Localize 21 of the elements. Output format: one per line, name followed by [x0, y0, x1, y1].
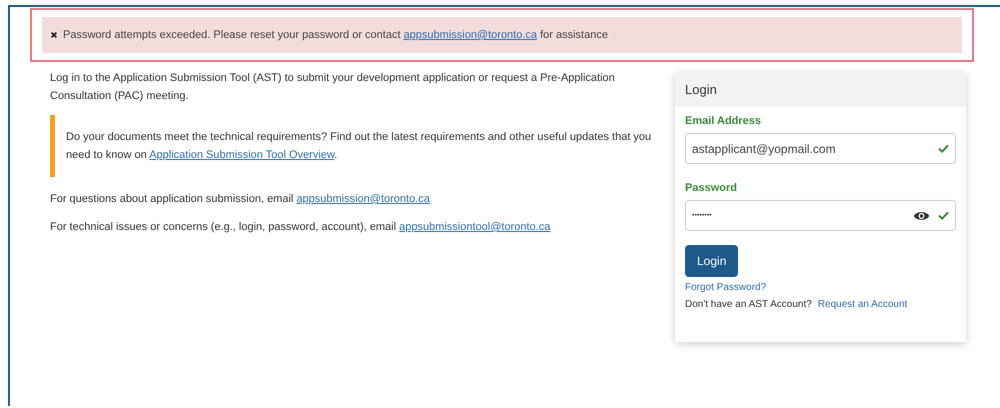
notice-paragraph: Do your documents meet the technical requirements? Find out the latest requirements and other useful updates that you need to know on Application Submission Tool Overview.	[66, 130, 652, 163]
field-label: Password	[685, 182, 737, 194]
request-account-link[interactable]: Request an Account	[818, 299, 908, 310]
login-button[interactable]: Login	[685, 245, 738, 277]
intro-paragraph: Log in to the Application Submission Tool (AST) to submit your development application or request a Pre-Application Consultation (PAC) meeting.	[50, 71, 616, 104]
link[interactable]: appsubmission@toronto.ca	[296, 193, 430, 205]
alert-message: Password attempts exceeded. Please reset your password or contact appsubmission@toronto.ca for assistance	[63, 29, 608, 41]
check-icon	[938, 144, 949, 153]
link[interactable]: appsubmission@toronto.ca	[404, 29, 538, 41]
email-field[interactable]: astapplicant@yopmail.com	[685, 133, 956, 164]
card-header: Login	[675, 72, 966, 107]
link[interactable]: appsubmissiontool@toronto.ca	[399, 221, 550, 233]
field-label: Email Address	[685, 115, 762, 127]
eye-icon[interactable]	[913, 210, 930, 222]
signup-text: Don't have an AST Account?	[685, 299, 812, 310]
link[interactable]: Application Submission Tool Overview	[149, 149, 334, 161]
contact-paragraph: For questions about application submission, email appsubmission@toronto.ca	[50, 192, 431, 207]
contact-paragraph: For technical issues or concerns (e.g., login, password, account), email appsubmissiontool@toronto.ca	[50, 220, 552, 235]
close-icon	[50, 31, 58, 39]
check-icon	[938, 211, 949, 220]
forgot-password-link[interactable]: Forgot Password?	[685, 282, 766, 293]
